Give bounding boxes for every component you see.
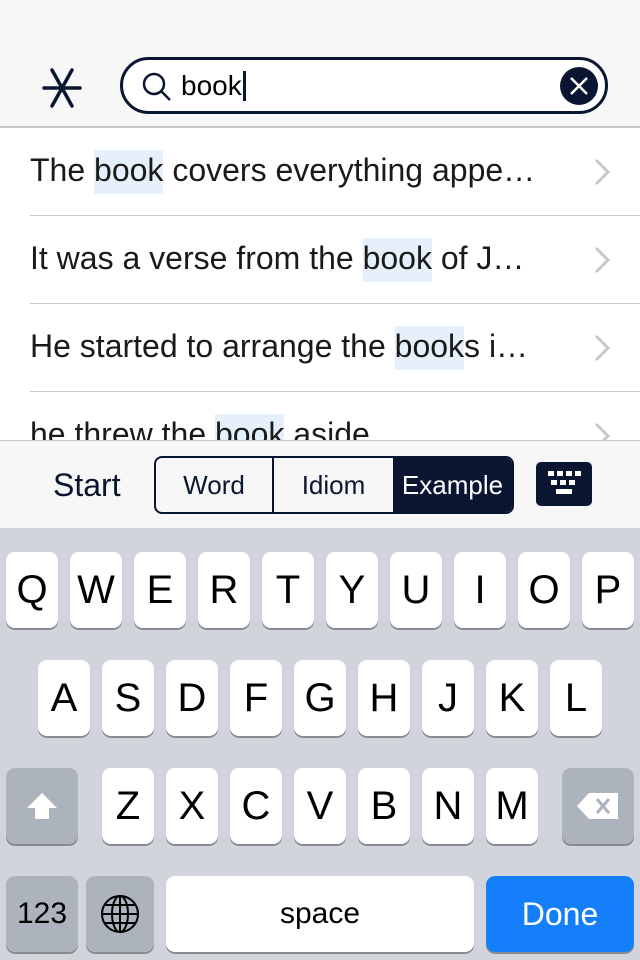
segment-word[interactable]: Word xyxy=(156,458,274,512)
key-t[interactable]: T xyxy=(262,552,314,628)
key-x[interactable]: X xyxy=(166,768,218,844)
space-key[interactable]: space xyxy=(166,876,474,952)
result-row[interactable]: He started to arrange the books i… xyxy=(0,304,640,392)
key-k[interactable]: K xyxy=(486,660,538,736)
result-row[interactable]: The book covers everything appe… xyxy=(0,128,640,216)
chevron-right-icon xyxy=(594,422,610,440)
backspace-icon xyxy=(577,793,618,819)
key-l[interactable]: L xyxy=(550,660,602,736)
filter-bar: Start Word Idiom Example xyxy=(0,440,640,528)
result-row[interactable]: he threw the book aside xyxy=(0,392,640,440)
result-text: He started to arrange the books i… xyxy=(30,326,528,370)
key-m[interactable]: M xyxy=(486,768,538,844)
key-e[interactable]: E xyxy=(134,552,186,628)
result-text: It was a verse from the book of J… xyxy=(30,238,524,282)
hide-keyboard-icon[interactable] xyxy=(536,462,592,506)
header: book xyxy=(0,0,640,128)
key-a[interactable]: A xyxy=(38,660,90,736)
key-z[interactable]: Z xyxy=(102,768,154,844)
result-text: he threw the book aside xyxy=(30,414,370,440)
shift-icon xyxy=(27,793,57,819)
key-s[interactable]: S xyxy=(102,660,154,736)
start-button[interactable]: Start xyxy=(53,467,121,504)
segment-idiom[interactable]: Idiom xyxy=(274,458,393,512)
key-g[interactable]: G xyxy=(294,660,346,736)
done-key[interactable]: Done xyxy=(486,876,634,952)
results-list: The book covers everything appe… It was … xyxy=(0,128,640,440)
search-field[interactable]: book xyxy=(120,57,608,114)
key-i[interactable]: I xyxy=(454,552,506,628)
match-highlight: book xyxy=(94,150,164,194)
result-text: The book covers everything appe… xyxy=(30,150,535,194)
globe-icon xyxy=(101,895,139,933)
key-p[interactable]: P xyxy=(582,552,634,628)
asterisk-menu-icon[interactable] xyxy=(40,66,84,110)
type-segmented-control: Word Idiom Example xyxy=(154,456,514,514)
key-q[interactable]: Q xyxy=(6,552,58,628)
result-row[interactable]: It was a verse from the book of J… xyxy=(0,216,640,304)
key-d[interactable]: D xyxy=(166,660,218,736)
numbers-key[interactable]: 123 xyxy=(6,876,78,952)
key-f[interactable]: F xyxy=(230,660,282,736)
key-y[interactable]: Y xyxy=(326,552,378,628)
key-w[interactable]: W xyxy=(70,552,122,628)
segment-example[interactable]: Example xyxy=(393,458,512,512)
shift-key[interactable] xyxy=(6,768,78,844)
match-highlight: book xyxy=(362,238,432,282)
key-u[interactable]: U xyxy=(390,552,442,628)
key-h[interactable]: H xyxy=(358,660,410,736)
key-c[interactable]: C xyxy=(230,768,282,844)
keyboard: Q W E R T Y U I O P A S D F G H J K L Z X C V B N M 123 space Done xyxy=(0,528,640,960)
key-j[interactable]: J xyxy=(422,660,474,736)
key-b[interactable]: B xyxy=(358,768,410,844)
match-highlight: book xyxy=(394,326,465,370)
key-r[interactable]: R xyxy=(198,552,250,628)
search-input[interactable]: book xyxy=(181,71,246,101)
match-highlight: book xyxy=(215,414,285,440)
key-o[interactable]: O xyxy=(518,552,570,628)
chevron-right-icon xyxy=(594,246,610,274)
chevron-right-icon xyxy=(594,158,610,186)
backspace-key[interactable] xyxy=(562,768,634,844)
chevron-right-icon xyxy=(594,334,610,362)
clear-search-icon[interactable] xyxy=(560,67,598,105)
key-v[interactable]: V xyxy=(294,768,346,844)
key-n[interactable]: N xyxy=(422,768,474,844)
globe-key[interactable] xyxy=(86,876,154,952)
search-icon xyxy=(142,72,171,101)
